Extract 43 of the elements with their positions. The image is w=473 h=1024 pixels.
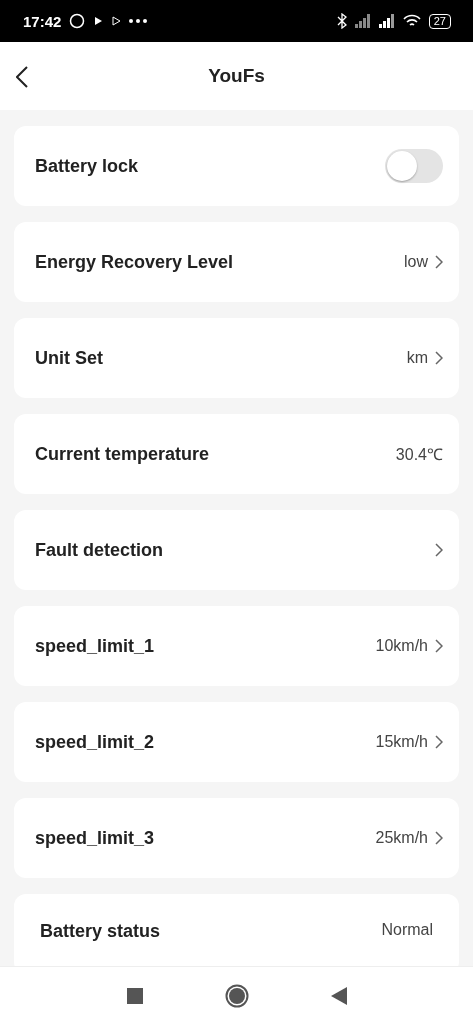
setting-card[interactable]: Fault detection [14, 510, 459, 590]
play-icon [111, 16, 122, 26]
chevron-right-icon [434, 351, 443, 365]
status-time: 17:42 [23, 12, 62, 30]
setting-label: Fault detection [35, 539, 164, 561]
setting-label: speed_limit_2 [35, 731, 156, 753]
chevron-right-icon [434, 639, 443, 653]
home-icon[interactable] [224, 983, 249, 1008]
setting-value: 10km/h [375, 637, 428, 655]
chevron-right-icon [434, 831, 443, 845]
setting-value: km [406, 349, 428, 367]
setting-label: speed_limit_1 [35, 635, 156, 657]
page-title: YouFs [208, 65, 265, 87]
setting-card[interactable]: Battery lock [14, 126, 459, 206]
signal-icon [354, 14, 371, 28]
setting-value: 15km/h [375, 733, 428, 751]
toggle-switch[interactable] [385, 149, 443, 183]
setting-value: Normal [381, 921, 433, 939]
setting-label: Energy Recovery Level [35, 251, 235, 273]
setting-label: Unit Set [35, 347, 104, 369]
play-icon [93, 16, 104, 26]
chevron-right-icon [434, 255, 443, 269]
wifi-icon [402, 14, 421, 28]
more-icon [129, 19, 148, 23]
back-icon[interactable] [330, 986, 347, 1005]
setting-label: Battery status [40, 921, 162, 942]
setting-card[interactable]: speed_limit_3 25km/h [14, 798, 459, 878]
signal-icon [378, 14, 395, 28]
setting-value: 30.4℃ [395, 445, 443, 465]
chevron-right-icon [434, 735, 443, 749]
setting-card[interactable]: speed_limit_1 10km/h [14, 606, 459, 686]
setting-label: Battery lock [35, 155, 140, 177]
chevron-right-icon [434, 543, 443, 557]
setting-label: Current temperature [35, 443, 211, 465]
setting-card[interactable]: Energy Recovery Level low [14, 222, 459, 302]
battery-indicator: 27 [428, 13, 451, 29]
recents-icon[interactable] [126, 987, 143, 1004]
setting-card[interactable]: Unit Set km [14, 318, 459, 398]
setting-card[interactable]: speed_limit_2 15km/h [14, 702, 459, 782]
bluetooth-icon [336, 13, 347, 29]
setting-label: speed_limit_3 [35, 827, 156, 849]
setting-value: 25km/h [375, 829, 428, 847]
setting-value: low [404, 253, 428, 271]
